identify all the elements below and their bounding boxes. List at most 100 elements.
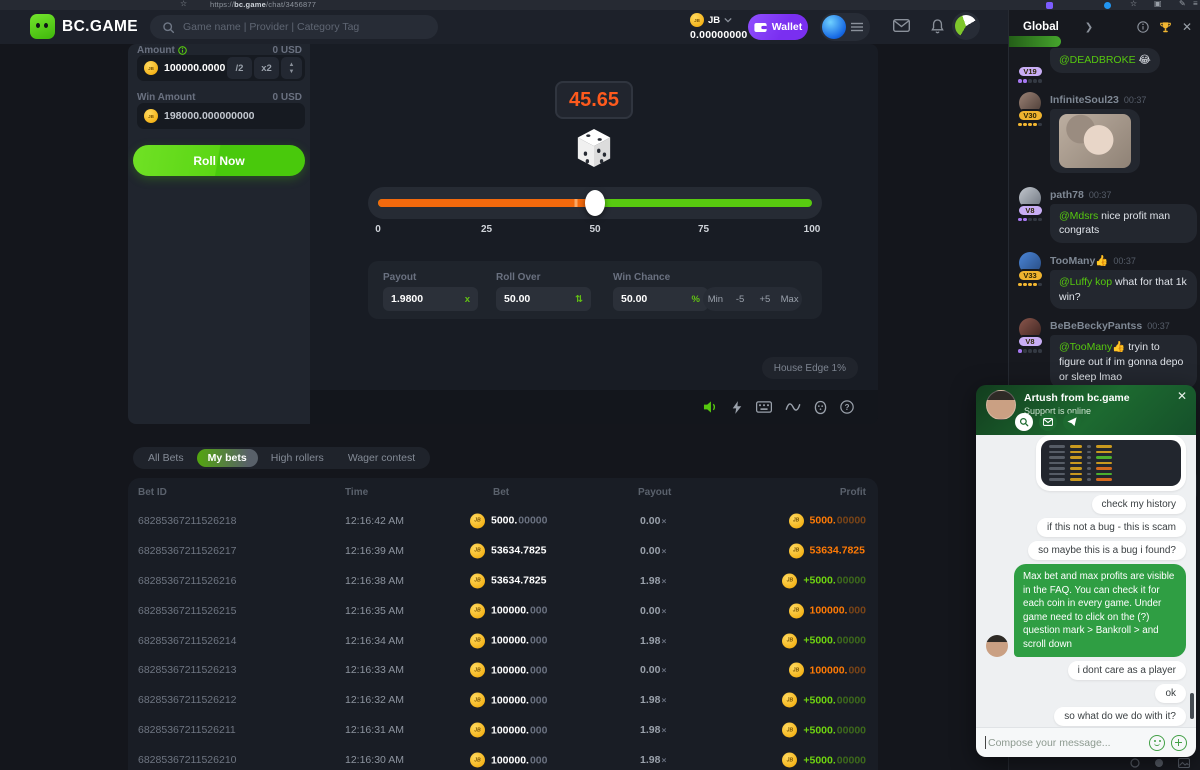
- bet-amount: JB53634.7825: [470, 543, 547, 558]
- user-message[interactable]: so what do we do with it?: [1054, 707, 1186, 726]
- user-message[interactable]: so maybe this is a bug i found?: [1028, 541, 1186, 560]
- emoji-icon[interactable]: [1154, 758, 1164, 768]
- email-channel-icon[interactable]: [1039, 413, 1057, 431]
- slider-knob[interactable]: [585, 190, 605, 216]
- search-support-icon[interactable]: [1015, 413, 1033, 431]
- user-message[interactable]: i dont care as a player: [1068, 661, 1186, 680]
- wallet-button[interactable]: Wallet: [748, 14, 808, 40]
- chat-image[interactable]: [1059, 114, 1131, 168]
- message-bubble[interactable]: @Mdsrs nice profit man congrats: [1050, 204, 1197, 243]
- game-toolbar: ?: [310, 390, 878, 424]
- message-bubble[interactable]: @DEADBROKE 😂: [1050, 48, 1160, 73]
- user-message[interactable]: check my history: [1092, 495, 1186, 514]
- hotkeys-icon[interactable]: [756, 401, 772, 413]
- sent-screenshot[interactable]: [1036, 435, 1186, 491]
- roll-slider[interactable]: [368, 187, 822, 219]
- attach-icon[interactable]: [1171, 735, 1187, 751]
- level-dots: [1018, 283, 1042, 287]
- table-row[interactable]: 68285367211526215 12:16:35 AM JB100000.0…: [128, 596, 878, 626]
- dice-icon: [575, 128, 613, 168]
- roll-now-button[interactable]: Roll Now: [133, 145, 305, 176]
- telegram-channel-icon[interactable]: [1063, 413, 1081, 431]
- message-bubble[interactable]: @TooMany👍 tryin to figure out if im gonn…: [1050, 335, 1197, 389]
- roll-over-input[interactable]: 50.00⇅: [496, 287, 591, 311]
- username[interactable]: TooMany👍: [1050, 255, 1108, 267]
- star-icon[interactable]: ☆: [1130, 0, 1137, 8]
- help-icon[interactable]: ?: [840, 400, 854, 414]
- double-button[interactable]: x2: [254, 57, 279, 79]
- payout-input[interactable]: 1.9800x: [383, 287, 478, 311]
- svg-text:?: ?: [845, 403, 850, 412]
- tab-all-bets[interactable]: All Bets: [137, 449, 195, 467]
- coin-icon: JB: [470, 663, 485, 678]
- emoji-picker-icon[interactable]: [1149, 735, 1165, 751]
- search-input[interactable]: Game name | Provider | Category Tag: [150, 15, 438, 39]
- bcgame-logo[interactable]: BC.GAME: [30, 14, 138, 39]
- message-bubble[interactable]: @Luffy kop what for that 1k win?: [1050, 270, 1197, 309]
- chat-room-title[interactable]: Global: [1023, 21, 1059, 33]
- quick-button-min[interactable]: Min: [703, 287, 728, 311]
- image-upload-icon[interactable]: [1178, 758, 1190, 768]
- table-row[interactable]: 68285367211526212 12:16:32 AM JB100000.0…: [128, 685, 878, 715]
- chat-rules-icon[interactable]: [1137, 21, 1149, 33]
- bet-time: 12:16:39 AM: [345, 545, 404, 557]
- amount-input[interactable]: JB 100000.00000000 /2 x2 ▲▼: [137, 55, 305, 81]
- compose-bar[interactable]: Compose your message...: [976, 727, 1196, 757]
- extension-icon[interactable]: [1104, 2, 1111, 9]
- search-icon: [162, 21, 175, 34]
- table-row[interactable]: 68285367211526216 12:16:38 AM JB53634.78…: [128, 566, 878, 596]
- extension-icon[interactable]: [1046, 2, 1053, 9]
- close-chat-icon[interactable]: ✕: [1182, 20, 1192, 34]
- half-button[interactable]: /2: [227, 57, 252, 79]
- mention[interactable]: @Luffy kop: [1059, 276, 1115, 288]
- bookmark-icon[interactable]: ☆: [180, 0, 187, 8]
- tab-high-rollers[interactable]: High rollers: [260, 449, 335, 467]
- username[interactable]: path78: [1050, 189, 1084, 201]
- trophy-icon[interactable]: [1159, 21, 1172, 34]
- user-message[interactable]: if this not a bug - this is scam: [1037, 518, 1186, 537]
- sound-icon[interactable]: [703, 400, 718, 414]
- quick-button-+5[interactable]: +5: [753, 287, 778, 311]
- table-row[interactable]: 68285367211526210 12:16:30 AM JB100000.0…: [128, 745, 878, 770]
- message-bubble[interactable]: [1050, 109, 1140, 173]
- mail-icon[interactable]: [893, 19, 910, 32]
- bet-amount: JB100000.000: [470, 663, 548, 678]
- tab-my-bets[interactable]: My bets: [197, 449, 258, 467]
- slow-mode-icon[interactable]: [1130, 758, 1140, 768]
- lightning-icon[interactable]: [731, 400, 743, 415]
- support-scrollbar[interactable]: [1190, 693, 1194, 719]
- table-row[interactable]: 68285367211526218 12:16:42 AM JB5000.000…: [128, 506, 878, 536]
- mention[interactable]: @DEADBROKE: [1059, 54, 1139, 66]
- profile-menu[interactable]: [820, 13, 870, 41]
- browser-menu-icon[interactable]: ≡: [1193, 0, 1198, 8]
- mention[interactable]: @TooMany👍: [1059, 341, 1128, 353]
- table-row[interactable]: 68285367211526214 12:16:34 AM JB100000.0…: [128, 626, 878, 656]
- chevron-right-icon[interactable]: ❯: [1085, 22, 1127, 33]
- bet-payout: 0.00×: [640, 515, 666, 527]
- bankroll-icon[interactable]: [814, 400, 827, 415]
- username[interactable]: BeBeBeckyPantss: [1050, 320, 1142, 332]
- table-row[interactable]: 68285367211526211 12:16:31 AM JB100000.0…: [128, 715, 878, 745]
- chat-logo-icon[interactable]: [952, 12, 980, 40]
- win-amount-input[interactable]: JB 198000.000000000: [137, 103, 305, 129]
- bell-icon[interactable]: [930, 19, 945, 35]
- mention[interactable]: @Mdsrs: [1059, 210, 1101, 222]
- table-row[interactable]: 68285367211526217 12:16:39 AM JB53634.78…: [128, 536, 878, 566]
- username[interactable]: InfiniteSoul23: [1050, 94, 1119, 106]
- download-icon[interactable]: ▣: [1154, 0, 1162, 8]
- address-url[interactable]: https://bc.game/chat/3456877: [210, 0, 316, 9]
- table-row[interactable]: 68285367211526213 12:16:33 AM JB100000.0…: [128, 655, 878, 685]
- tab-wager-contest[interactable]: Wager contest: [337, 449, 426, 467]
- table-header: Bet IDTimeBetPayoutProfit: [128, 487, 878, 501]
- quick-button--5[interactable]: -5: [728, 287, 753, 311]
- payout-panel: Payout 1.9800x Roll Over 50.00⇅ Win Chan…: [368, 261, 822, 319]
- trends-icon[interactable]: [785, 401, 801, 413]
- edit-icon[interactable]: ✎: [1179, 0, 1186, 8]
- agent-bubble[interactable]: Max bet and max profits are visible in t…: [1014, 564, 1186, 657]
- close-support-icon[interactable]: ✕: [1177, 389, 1187, 403]
- amount-stepper[interactable]: ▲▼: [281, 57, 302, 79]
- quick-button-max[interactable]: Max: [777, 287, 802, 311]
- balance-selector[interactable]: JB JB 0.00000000: [690, 13, 747, 41]
- user-message[interactable]: ok: [1155, 684, 1186, 703]
- win-chance-input[interactable]: 50.00%: [613, 287, 708, 311]
